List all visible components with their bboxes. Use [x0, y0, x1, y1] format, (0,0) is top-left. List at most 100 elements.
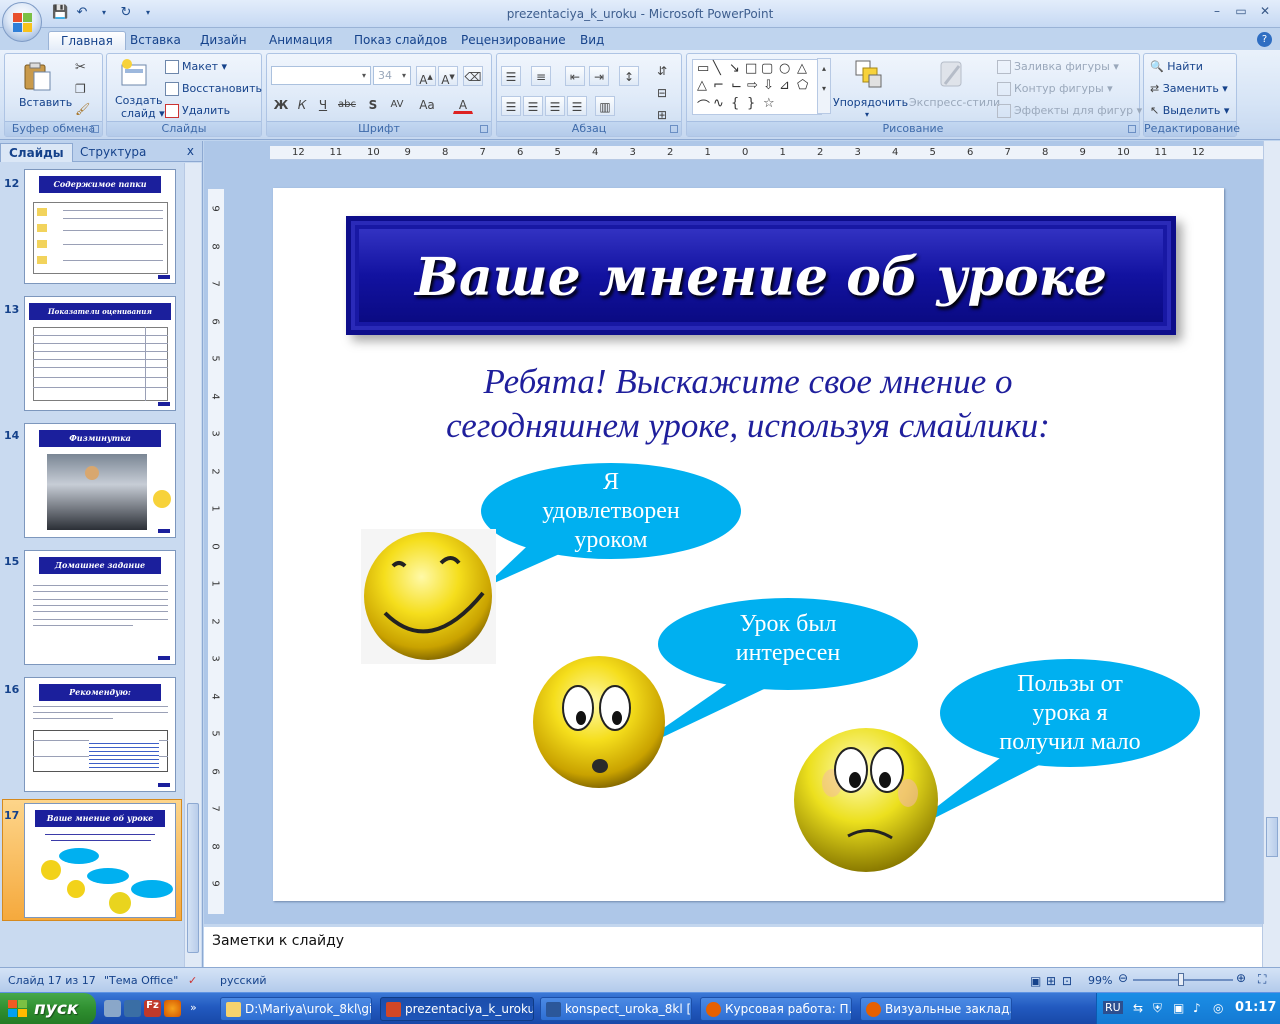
- shape-outline-button[interactable]: Контур фигуры ▾: [997, 82, 1113, 96]
- reset-button[interactable]: Восстановить: [165, 82, 262, 96]
- tab-design[interactable]: Дизайн: [188, 31, 259, 50]
- layout-button[interactable]: Макет ▾: [165, 60, 227, 74]
- zoom-level[interactable]: 99%: [1088, 974, 1112, 987]
- zoom-out-icon[interactable]: ⊖: [1118, 971, 1128, 985]
- tab-outline[interactable]: Структура: [72, 143, 154, 162]
- increase-indent-icon[interactable]: ⇥: [589, 66, 609, 86]
- help-icon[interactable]: ?: [1257, 32, 1272, 47]
- taskbar-item-browser-1[interactable]: Курсовая работа: П...: [700, 997, 852, 1021]
- office-button[interactable]: [2, 2, 42, 42]
- tray-security-icon[interactable]: ⛨: [1153, 1001, 1162, 1016]
- font-name-combo[interactable]: ▾: [271, 66, 371, 85]
- numbering-icon[interactable]: ≡: [531, 66, 551, 86]
- clear-format-icon[interactable]: ⌫: [463, 66, 483, 86]
- justify-icon[interactable]: ☰: [567, 96, 587, 116]
- shapes-gallery[interactable]: ▭ ╲ ↘ □ ▢ ○ △ △ ⌐ ⌙ ⇨ ⇩ ⊿ ⬠ ⌒ ∿ { } ☆: [692, 59, 822, 115]
- italic-button[interactable]: К: [292, 94, 312, 114]
- select-button[interactable]: ↖ Выделить ▾: [1150, 104, 1229, 117]
- bullets-icon[interactable]: ☰: [501, 66, 521, 86]
- bold-button[interactable]: Ж: [271, 94, 291, 114]
- tray-network-icon[interactable]: ⇆: [1133, 1001, 1143, 1015]
- fit-window-icon[interactable]: ⛶: [1258, 972, 1266, 987]
- tab-review[interactable]: Рецензирование: [449, 31, 578, 50]
- filezilla-icon[interactable]: Fz: [144, 1000, 161, 1017]
- tray-skype-icon[interactable]: ◎: [1213, 1001, 1223, 1015]
- line-spacing-icon[interactable]: ↕: [619, 66, 639, 86]
- columns-icon[interactable]: ▥: [595, 96, 615, 116]
- delete-slide-button[interactable]: Удалить: [165, 104, 230, 118]
- zoom-knob[interactable]: [1178, 973, 1184, 986]
- font-color-button[interactable]: A: [453, 94, 473, 114]
- thumbnail-slide-12[interactable]: Содержимое папки портфолио:: [24, 169, 176, 284]
- current-slide[interactable]: Ваше мнение об уроке Ребята! Выскажите с…: [273, 188, 1224, 901]
- taskbar-item-browser-2[interactable]: Визуальные заклад...: [860, 997, 1012, 1021]
- grow-font-icon[interactable]: A▲: [416, 66, 436, 87]
- zoom-in-icon[interactable]: ⊕: [1236, 971, 1246, 985]
- notes-scrollbar[interactable]: [1262, 924, 1280, 967]
- align-center-icon[interactable]: ☰: [523, 96, 543, 116]
- maximize-button[interactable]: ▭: [1230, 3, 1252, 21]
- copy-icon[interactable]: ❐: [75, 82, 86, 96]
- align-left-icon[interactable]: ☰: [501, 96, 521, 116]
- change-case-button[interactable]: Aa: [417, 94, 437, 114]
- close-pane-icon[interactable]: x: [187, 144, 194, 158]
- replace-button[interactable]: ⇄ Заменить ▾: [1150, 82, 1228, 95]
- shrink-font-icon[interactable]: A▼: [438, 66, 458, 87]
- arrange-button[interactable]: Упорядочить ▾: [833, 58, 908, 120]
- tray-volume-icon[interactable]: ♪: [1193, 1001, 1201, 1015]
- quick-styles-button[interactable]: Экспресс-стили: [909, 58, 1000, 120]
- tab-slideshow[interactable]: Показ слайдов: [342, 31, 459, 50]
- text-direction-icon[interactable]: ⇵: [652, 60, 672, 80]
- spellcheck-icon[interactable]: ✓: [188, 974, 197, 987]
- quicklaunch-more-icon[interactable]: »: [190, 1001, 197, 1014]
- close-button[interactable]: ✕: [1254, 3, 1276, 21]
- language-indicator[interactable]: RU: [1103, 1001, 1123, 1014]
- taskbar-item-powerpoint[interactable]: prezentaciya_k_uroku: [380, 997, 534, 1021]
- font-size-combo[interactable]: 34 ▾: [373, 66, 411, 85]
- thumbnail-slide-14[interactable]: Физминутка: [24, 423, 176, 538]
- bubble-3-text[interactable]: Пользы от урока я получил мало: [970, 670, 1170, 757]
- notes-field[interactable]: Заметки к слайду: [204, 924, 1262, 967]
- tab-animation[interactable]: Анимация: [257, 31, 344, 50]
- tray-app-icon[interactable]: ▣: [1173, 1001, 1184, 1015]
- quicklaunch-app1-icon[interactable]: [104, 1000, 121, 1017]
- shape-fill-button[interactable]: Заливка фигуры ▾: [997, 60, 1119, 74]
- thumbnail-slide-13[interactable]: Показатели оценивания презентации: [24, 296, 176, 411]
- language[interactable]: русский: [220, 974, 267, 987]
- normal-view-icon[interactable]: ▣: [1030, 974, 1041, 988]
- find-button[interactable]: 🔍 Найти: [1150, 60, 1203, 73]
- thumbnail-slide-15[interactable]: Домашнее задание: [24, 550, 176, 665]
- text-shadow-button[interactable]: S: [363, 94, 383, 114]
- bubble-2-text[interactable]: Урок был интересен: [698, 610, 878, 668]
- taskbar-item-explorer[interactable]: D:\Mariya\urok_8kl\gi...: [220, 997, 372, 1021]
- strikethrough-button[interactable]: abc: [337, 94, 357, 114]
- scroll-thumb[interactable]: [187, 803, 199, 953]
- start-button[interactable]: пуск: [0, 993, 96, 1024]
- tab-slides[interactable]: Слайды: [0, 143, 73, 162]
- quicklaunch-app2-icon[interactable]: [124, 1000, 141, 1017]
- shapes-more-icon[interactable]: ▴ ▾: [817, 58, 831, 114]
- paste-button[interactable]: Вставить: [13, 58, 72, 118]
- taskbar-item-word[interactable]: konspect_uroka_8kl [...: [540, 997, 692, 1021]
- tab-view[interactable]: Вид: [568, 31, 616, 50]
- format-painter-icon[interactable]: 🖌: [75, 102, 90, 116]
- theme-name[interactable]: "Тема Office": [104, 974, 178, 987]
- align-text-icon[interactable]: ⊟: [652, 82, 672, 102]
- shape-effects-button[interactable]: Эффекты для фигур ▾: [997, 104, 1142, 118]
- editor-scrollbar[interactable]: [1263, 141, 1280, 925]
- decrease-indent-icon[interactable]: ⇤: [565, 66, 585, 86]
- tab-insert[interactable]: Вставка: [118, 31, 193, 50]
- underline-button[interactable]: Ч: [313, 94, 333, 114]
- tab-home[interactable]: Главная: [48, 31, 126, 50]
- thumbnail-slide-16[interactable]: Рекомендую:: [24, 677, 176, 792]
- bubble-1-text[interactable]: Я удовлетворен уроком: [511, 468, 711, 555]
- editor-scroll-thumb[interactable]: [1266, 817, 1278, 857]
- align-right-icon[interactable]: ☰: [545, 96, 565, 116]
- cut-icon[interactable]: ✂: [75, 60, 86, 75]
- char-spacing-button[interactable]: AV: [387, 94, 407, 114]
- minimize-button[interactable]: –: [1206, 3, 1228, 21]
- firefox-icon[interactable]: [164, 1000, 181, 1017]
- slideshow-view-icon[interactable]: ⊡: [1062, 974, 1072, 988]
- new-slide-button[interactable]: Создать слайд ▾: [111, 58, 165, 120]
- thumbnail-scrollbar[interactable]: [184, 163, 201, 967]
